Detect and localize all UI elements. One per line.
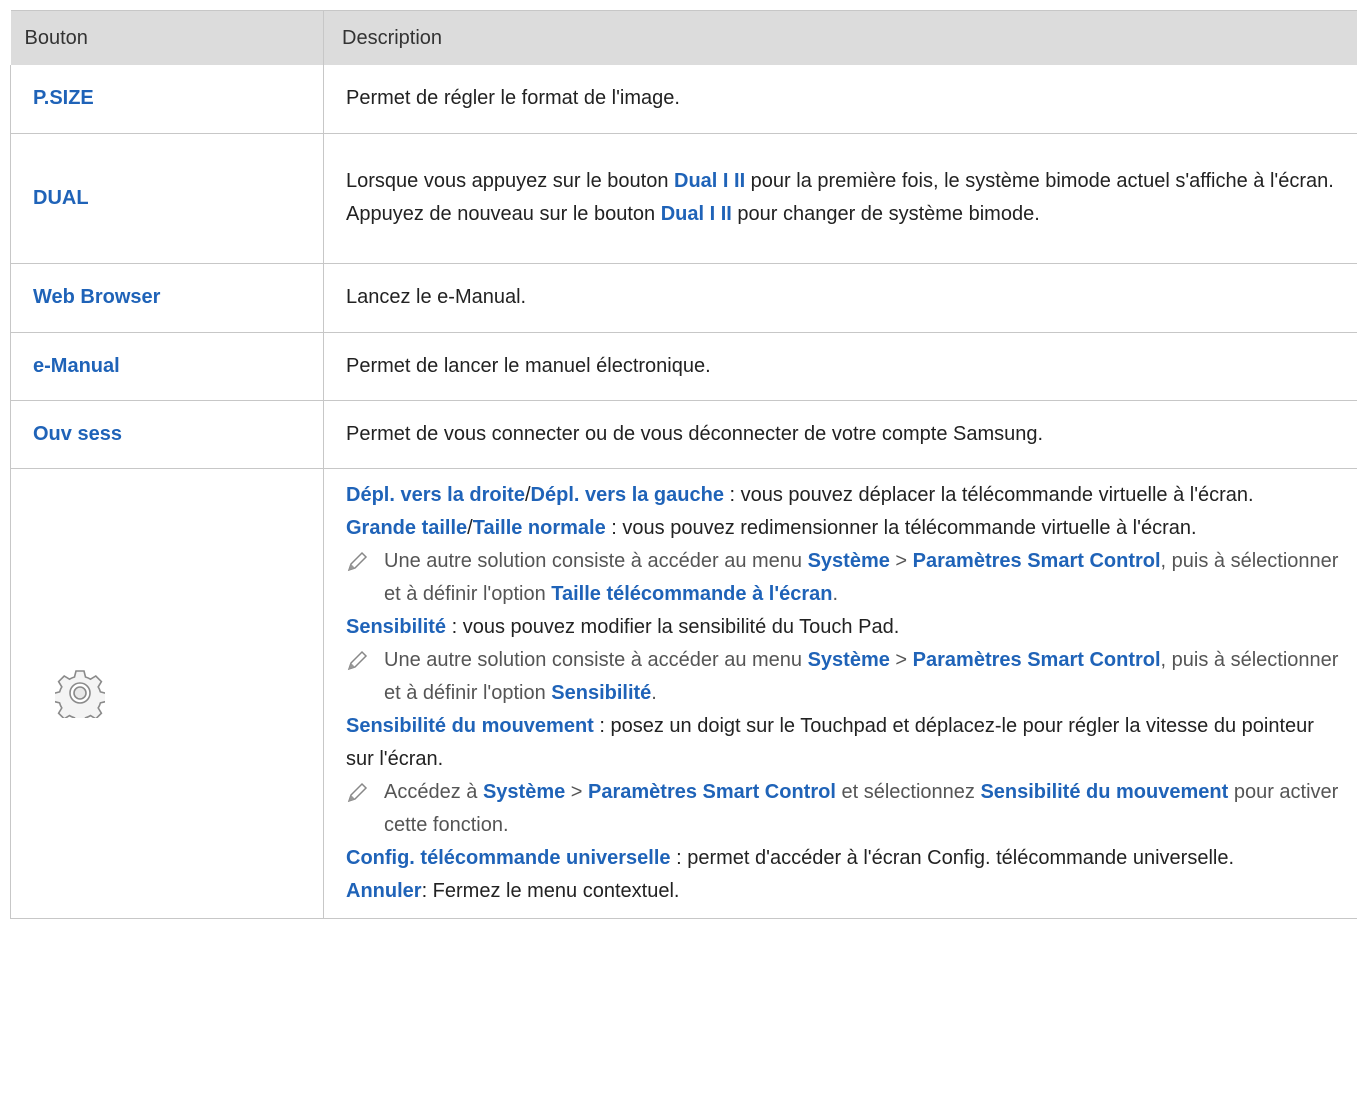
text: Une autre solution consiste à accéder au…	[384, 648, 808, 671]
table-row: e-Manual Permet de lancer le manuel élec…	[10, 332, 1357, 401]
text: Accédez à	[384, 780, 483, 803]
note-sensitivity: Une autre solution consiste à accéder au…	[346, 644, 1343, 710]
description-psize: Permet de régler le format de l'image.	[323, 65, 1357, 134]
smart-control-label: Paramètres Smart Control	[912, 549, 1161, 572]
pencil-icon	[347, 551, 368, 571]
text: .	[651, 681, 657, 704]
note-size: Une autre solution consiste à accéder au…	[346, 545, 1343, 611]
button-name-e-manual: e-Manual	[10, 332, 324, 401]
settings-sensitivity: Sensibilité : vous pouvez modifier la se…	[346, 611, 1343, 644]
description-web-browser: Lancez le e-Manual.	[323, 263, 1357, 333]
button-name-psize: P.SIZE	[10, 65, 324, 134]
universal-remote-label: Config. télécommande universelle	[346, 846, 671, 869]
remote-size-label: Taille télécommande à l'écran	[551, 582, 833, 605]
smart-control-label: Paramètres Smart Control	[912, 648, 1161, 671]
dual-link: Dual I II	[674, 170, 746, 192]
button-description-table: Bouton Description P.SIZE Permet de régl…	[10, 10, 1357, 919]
description-dual: Lorsque vous appuyez sur le bouton Dual …	[323, 133, 1357, 264]
text: >	[565, 780, 589, 803]
text: Une autre solution consiste à accéder au…	[384, 549, 808, 572]
text: et sélectionnez	[835, 780, 981, 803]
note-motion: Accédez à Système > Paramètres Smart Con…	[346, 776, 1343, 842]
large-size-label: Grande taille	[346, 516, 468, 539]
button-settings-cell	[10, 468, 324, 919]
sensitivity-label: Sensibilité	[346, 615, 447, 638]
text: : permet d'accéder à l'écran Config. tél…	[670, 846, 1235, 869]
pencil-icon	[347, 650, 368, 670]
text: : vous pouvez modifier la sensibilité du…	[446, 615, 900, 638]
text: .	[832, 582, 838, 605]
move-right-label: Dépl. vers la droite	[346, 483, 525, 506]
system-label: Système	[807, 648, 890, 671]
move-left-label: Dépl. vers la gauche	[530, 483, 724, 506]
cancel-label: Annuler	[346, 879, 422, 902]
gear-icon	[55, 670, 105, 718]
button-name-ouv-sess: Ouv sess	[10, 400, 324, 469]
pencil-icon	[347, 782, 368, 802]
text: : vous pouvez déplacer la télécommande v…	[723, 483, 1254, 506]
table-row: Ouv sess Permet de vous connecter ou de …	[10, 400, 1357, 469]
system-label: Système	[807, 549, 890, 572]
header-bouton: Bouton	[10, 10, 324, 65]
text: : vous pouvez redimensionner la télécomm…	[605, 516, 1197, 539]
text: pour la première fois, le système bimode…	[745, 170, 1334, 192]
settings-motion: Sensibilité du mouvement : posez un doig…	[346, 710, 1343, 776]
system-label: Système	[482, 780, 566, 803]
settings-cancel: Annuler: Fermez le menu contextuel.	[346, 875, 1343, 908]
table-row: Web Browser Lancez le e-Manual.	[10, 263, 1357, 333]
dual-link: Dual I II	[660, 203, 732, 225]
description-e-manual: Permet de lancer le manuel électronique.	[323, 332, 1357, 401]
motion-sensitivity-label: Sensibilité du mouvement	[346, 714, 594, 737]
smart-control-label: Paramètres Smart Control	[588, 780, 836, 803]
table-row: P.SIZE Permet de régler le format de l'i…	[10, 65, 1357, 134]
settings-size: Grande taille/Taille normale : vous pouv…	[346, 512, 1343, 545]
text: Appuyez de nouveau sur le bouton	[346, 203, 661, 225]
table-header-row: Bouton Description	[10, 10, 1357, 65]
motion-sensitivity-label: Sensibilité du mouvement	[980, 780, 1229, 803]
normal-size-label: Taille normale	[472, 516, 606, 539]
dual-paragraph-1: Lorsque vous appuyez sur le bouton Dual …	[346, 165, 1343, 198]
header-description: Description	[323, 10, 1357, 65]
text: Lorsque vous appuyez sur le bouton	[346, 170, 674, 192]
text: : Fermez le menu contextuel.	[421, 879, 680, 902]
button-name-dual: DUAL	[10, 133, 324, 264]
description-ouv-sess: Permet de vous connecter ou de vous déco…	[323, 400, 1357, 469]
text: >	[889, 648, 913, 671]
sensitivity-label: Sensibilité	[551, 681, 652, 704]
top-bar	[0, 0, 1357, 10]
settings-move: Dépl. vers la droite/Dépl. vers la gauch…	[346, 479, 1343, 512]
dual-paragraph-2: Appuyez de nouveau sur le bouton Dual I …	[346, 198, 1343, 231]
button-name-web-browser: Web Browser	[10, 263, 324, 333]
table-row: Dépl. vers la droite/Dépl. vers la gauch…	[10, 468, 1357, 919]
table-row: DUAL Lorsque vous appuyez sur le bouton …	[10, 133, 1357, 264]
description-settings: Dépl. vers la droite/Dépl. vers la gauch…	[323, 468, 1357, 919]
settings-universal-remote: Config. télécommande universelle : perme…	[346, 842, 1343, 875]
text: >	[889, 549, 913, 572]
text: pour changer de système bimode.	[731, 203, 1040, 225]
